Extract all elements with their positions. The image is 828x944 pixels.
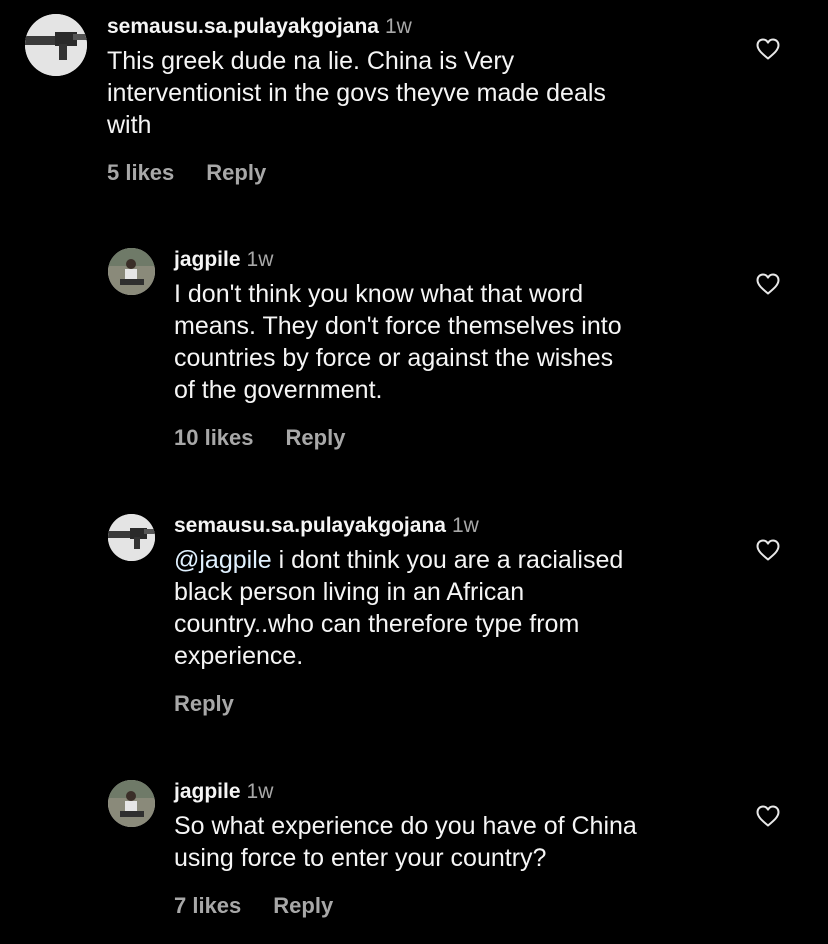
username[interactable]: semausu.sa.pulayakgojana: [107, 15, 379, 38]
timestamp: 1w: [451, 514, 479, 537]
like-heart-icon[interactable]: [756, 805, 780, 827]
reply-button[interactable]: Reply: [174, 691, 234, 716]
gun-avatar-icon: [108, 514, 155, 561]
comment-text: So what experience do you have of China …: [174, 812, 637, 872]
avatar[interactable]: [108, 780, 155, 827]
comment-text: This greek dude na lie. China is Very in…: [107, 47, 606, 139]
like-heart-icon[interactable]: [756, 273, 780, 295]
comment-text: @jagpile i dont think you are a racialis…: [174, 546, 624, 670]
likes-count[interactable]: 10 likes: [174, 425, 254, 450]
username[interactable]: semausu.sa.pulayakgojana: [174, 514, 446, 537]
username[interactable]: jagpile: [174, 248, 241, 271]
like-heart-icon[interactable]: [756, 38, 780, 60]
timestamp: 1w: [384, 15, 412, 38]
avatar[interactable]: [108, 248, 155, 295]
comment-text: I don't think you know what that word me…: [174, 280, 622, 404]
person-sitting-avatar-icon: [108, 248, 155, 295]
reply-button[interactable]: Reply: [273, 893, 333, 918]
reply-button[interactable]: Reply: [286, 425, 346, 450]
avatar[interactable]: [25, 14, 87, 76]
mention-link[interactable]: @jagpile: [174, 546, 272, 574]
timestamp: 1w: [246, 780, 274, 803]
username[interactable]: jagpile: [174, 780, 241, 803]
gun-avatar-icon: [25, 14, 87, 76]
timestamp: 1w: [246, 248, 274, 271]
avatar[interactable]: [108, 514, 155, 561]
likes-count[interactable]: 7 likes: [174, 893, 241, 918]
like-heart-icon[interactable]: [756, 539, 780, 561]
likes-count[interactable]: 5 likes: [107, 160, 174, 185]
person-sitting-avatar-icon: [108, 780, 155, 827]
reply-button[interactable]: Reply: [206, 160, 266, 185]
